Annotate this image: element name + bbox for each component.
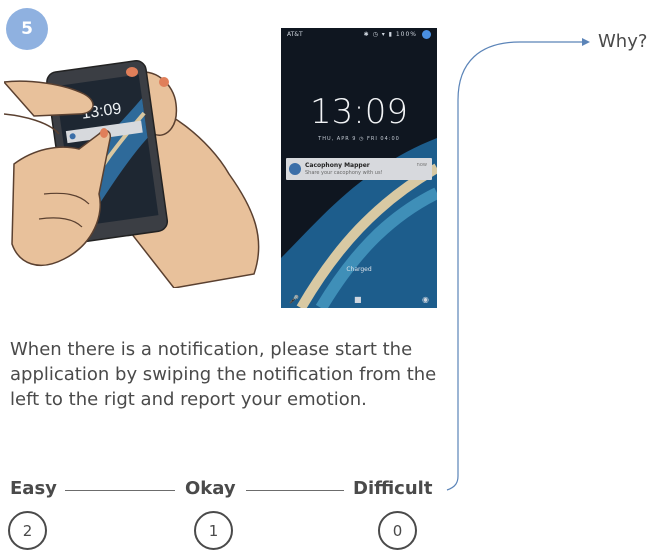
rating-option-difficult[interactable]: 0: [378, 511, 417, 550]
camera-icon[interactable]: ◉: [422, 295, 429, 304]
instruction-text: When there is a notification, please sta…: [10, 339, 437, 410]
status-icons: ✱ ◷ ▾ ▮ 100%: [363, 31, 417, 38]
rating-label-easy: Easy: [10, 478, 57, 499]
lockscreen-shortcuts: 🎤 ■ ◉: [281, 292, 437, 304]
user-avatar-icon: [422, 30, 431, 39]
notification-time: now: [416, 162, 427, 168]
rating-option-easy[interactable]: 2: [8, 511, 47, 550]
rating-scale-line: [65, 490, 175, 491]
app-notification-icon: [289, 163, 301, 175]
charging-status: Charged: [346, 266, 372, 273]
notification-subtitle: Share your cacophony with us!: [305, 170, 383, 176]
microphone-icon[interactable]: 🎤: [289, 295, 299, 304]
lockscreen-screenshot: AT&T ✱ ◷ ▾ ▮ 100% 13:09 THU, APR 9 ◷ FRI…: [281, 28, 437, 308]
notification-title: Cacophony Mapper: [305, 162, 370, 169]
lockscreen-clock: 13:09: [310, 92, 408, 132]
app-notification-card[interactable]: Cacophony Mapper Share your cacophony wi…: [286, 158, 432, 180]
rating-label-okay: Okay: [185, 478, 236, 499]
lockscreen-date: THU, APR 9 ◷ FRI 04:00: [318, 136, 400, 142]
rating-label-difficult: Difficult: [353, 478, 433, 499]
carrier-label: AT&T: [287, 31, 303, 38]
status-bar: AT&T ✱ ◷ ▾ ▮ 100%: [281, 28, 437, 40]
lock-icon[interactable]: ■: [354, 295, 362, 304]
rating-scale-line: [246, 490, 344, 491]
hand-swiping-phone-illustration: 13:09: [4, 60, 260, 288]
rating-option-okay[interactable]: 1: [194, 511, 233, 550]
why-followup-label: Why?: [598, 31, 648, 52]
